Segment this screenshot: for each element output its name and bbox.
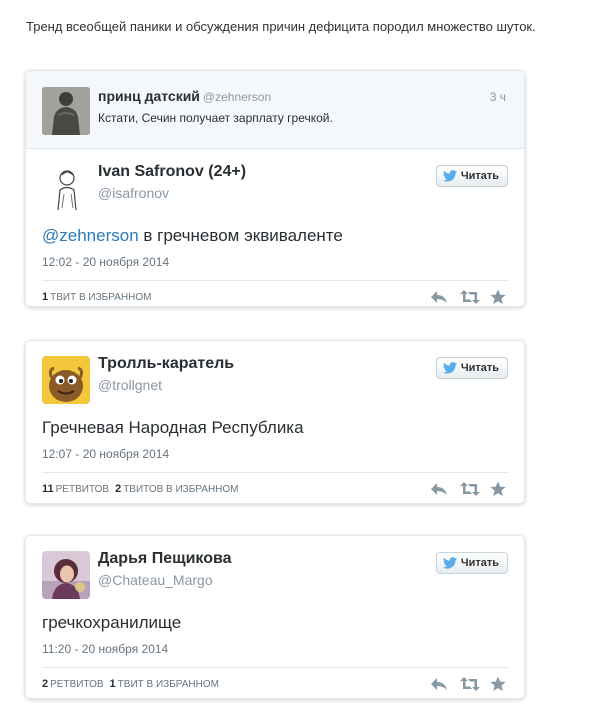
- quoted-text: Кстати, Сечин получает зарплату гречкой.: [98, 111, 333, 125]
- author-name[interactable]: Тролль-каратель: [98, 355, 234, 373]
- follow-label: Читать: [460, 362, 499, 374]
- twitter-bird-icon: [442, 362, 457, 374]
- tweet: Ivan Safronov (24+) @isafronov Читать @z…: [26, 149, 524, 308]
- tweet-stats: 11 ретвитов 2 твитов в избранном: [42, 483, 239, 495]
- author-handle[interactable]: @Chateau_Margo: [98, 572, 213, 588]
- stat-favorites-label[interactable]: твит в избранном: [118, 679, 219, 690]
- mention-link[interactable]: @zehnerson: [42, 226, 139, 245]
- tweet-date[interactable]: 11:20 - 20 ноября 2014: [42, 642, 168, 656]
- follow-label: Читать: [460, 557, 499, 569]
- tweet: Тролль-каратель @trollgnet Читать Гречне…: [26, 341, 524, 505]
- embedded-tweet: Дарья Пещикова @Chateau_Margo Читать гре…: [25, 535, 525, 699]
- quoted-avatar[interactable]: [42, 87, 90, 135]
- favorite-icon[interactable]: [490, 676, 508, 692]
- tweet-stats: 1 твит в избранном: [42, 291, 151, 303]
- tweet: Дарья Пещикова @Chateau_Margo Читать гре…: [26, 536, 524, 700]
- author-handle[interactable]: @trollgnet: [98, 377, 162, 393]
- follow-label: Читать: [460, 170, 499, 182]
- author-handle[interactable]: @isafronov: [98, 185, 169, 201]
- divider: [42, 472, 508, 473]
- divider: [42, 280, 508, 281]
- tweet-text: Гречневая Народная Республика: [42, 418, 304, 437]
- quoted-timestamp[interactable]: 3 ч: [490, 90, 506, 104]
- retweet-icon[interactable]: [460, 481, 480, 497]
- follow-button[interactable]: Читать: [435, 165, 508, 187]
- quoted-handle[interactable]: @zehnerson: [203, 90, 271, 104]
- stat-retweets-label[interactable]: ретвитов: [50, 679, 103, 690]
- stat-retweets-count[interactable]: 11: [42, 483, 54, 495]
- embedded-tweet: принц датский @zehnerson 3 ч Кстати, Сечи…: [25, 70, 525, 307]
- favorite-icon[interactable]: [490, 289, 508, 305]
- quoted-author[interactable]: принц датский @zehnerson: [98, 88, 271, 104]
- quoted-tweet[interactable]: принц датский @zehnerson 3 ч Кстати, Сечи…: [26, 71, 524, 149]
- twitter-bird-icon: [442, 557, 457, 569]
- stat-favorites-count[interactable]: 2: [115, 483, 121, 495]
- reply-icon[interactable]: [430, 676, 448, 692]
- tweet-text: гречкохранилище: [42, 613, 182, 632]
- intro-text: Тренд всеобщей паники и обсуждения причи…: [26, 19, 536, 34]
- divider: [42, 667, 508, 668]
- tweet-date[interactable]: 12:07 - 20 ноября 2014: [42, 447, 169, 461]
- follow-button[interactable]: Читать: [435, 357, 508, 379]
- reply-icon[interactable]: [430, 289, 448, 305]
- author-avatar[interactable]: [42, 356, 90, 404]
- stat-favorites-count[interactable]: 1: [110, 678, 116, 690]
- tweet-actions: [430, 289, 508, 305]
- tweet-stats: 2 ретвитов 1 твит в избранном: [42, 678, 219, 690]
- reply-icon[interactable]: [430, 481, 448, 497]
- follow-button[interactable]: Читать: [435, 552, 508, 574]
- tweet-actions: [430, 481, 508, 497]
- author-name[interactable]: Дарья Пещикова: [98, 550, 232, 568]
- author-avatar[interactable]: [42, 551, 90, 599]
- tweet-actions: [430, 676, 508, 692]
- stat-retweets-label[interactable]: ретвитов: [56, 484, 109, 495]
- stat-retweets-count[interactable]: 2: [42, 678, 48, 690]
- stat-favorites-label[interactable]: твит в избранном: [50, 292, 151, 303]
- tweet-date[interactable]: 12:02 - 20 ноября 2014: [42, 255, 169, 269]
- embedded-tweet: Тролль-каратель @trollgnet Читать Гречне…: [25, 340, 525, 504]
- stat-favorites-count[interactable]: 1: [42, 291, 48, 303]
- author-avatar[interactable]: [42, 164, 90, 212]
- stat-favorites-label[interactable]: твитов в избранном: [123, 484, 238, 495]
- retweet-icon[interactable]: [460, 289, 480, 305]
- twitter-bird-icon: [442, 170, 457, 182]
- author-name[interactable]: Ivan Safronov (24+): [98, 163, 246, 181]
- favorite-icon[interactable]: [490, 481, 508, 497]
- tweet-text: @zehnerson в гречневом эквиваленте: [42, 226, 343, 245]
- retweet-icon[interactable]: [460, 676, 480, 692]
